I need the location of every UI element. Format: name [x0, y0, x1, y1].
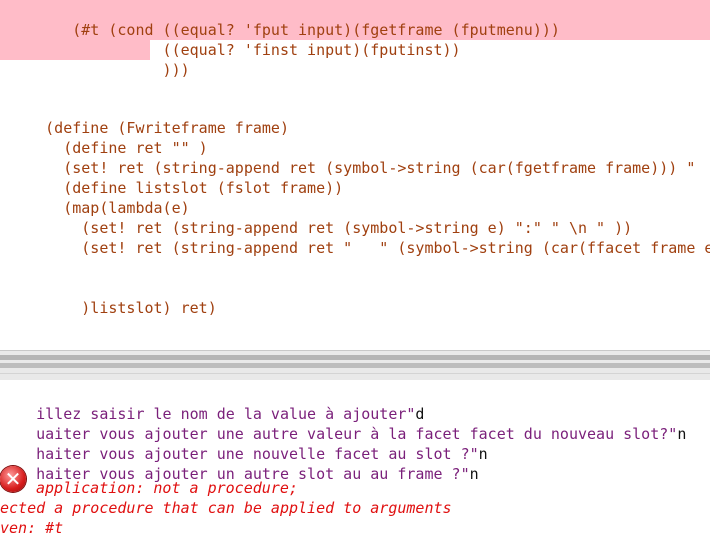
splitter-grip	[0, 355, 710, 360]
code-line: )))	[0, 40, 190, 79]
repl-line: illez saisir le nom de la value à ajoute…	[0, 384, 424, 423]
code-line: (define ret "" )	[0, 118, 208, 157]
repl-answer: n	[478, 445, 488, 463]
code-line: ((equal? 'finst input)(fputinst))	[0, 20, 461, 59]
code-line: (set! ret (string-append ret (symbol->st…	[0, 138, 695, 177]
code-line: (define (Fwriteframe frame)	[0, 98, 289, 137]
repl-answer: n	[677, 425, 687, 443]
error-message: application: not a procedure;	[36, 479, 298, 497]
pane-splitter[interactable]	[0, 350, 710, 381]
code-line: (set! ret (string-append ret " " (symbol…	[0, 218, 710, 257]
code-text: )listslot) ret)	[36, 299, 217, 317]
splitter-edge	[0, 373, 710, 374]
repl-line: haiter vous ajouter une nouvelle facet a…	[0, 424, 488, 463]
code-line: )listslot) ret)	[0, 278, 216, 317]
repl-line: haiter vous ajouter un autre slot au au …	[0, 444, 479, 483]
repl-line: uaiter vous ajouter une autre valeur à l…	[0, 404, 686, 443]
error-icon[interactable]: ✕	[0, 466, 26, 492]
code-line: (set! ret (string-append ret (symbol->st…	[0, 198, 632, 237]
code-line: (map(lambda(e)	[0, 178, 189, 217]
error-message: ven: #t	[0, 519, 64, 537]
code-text: )))	[36, 61, 190, 79]
repl-answer: n	[469, 465, 479, 483]
definitions-editor[interactable]: (#t (cond ((equal? 'fput input)(fgetfram…	[0, 0, 710, 350]
error-message: ected a procedure that can be applied to…	[0, 499, 452, 517]
code-text: (set! ret (string-append ret " " (symbol…	[36, 239, 710, 257]
interactions-pane[interactable]: illez saisir le nom de la value à ajoute…	[0, 380, 710, 548]
code-line: (define listslot (fslot frame))	[0, 158, 343, 197]
splitter-grip	[0, 363, 710, 368]
code-line: (#t (cond ((equal? 'fput input)(fgetfram…	[0, 0, 560, 39]
